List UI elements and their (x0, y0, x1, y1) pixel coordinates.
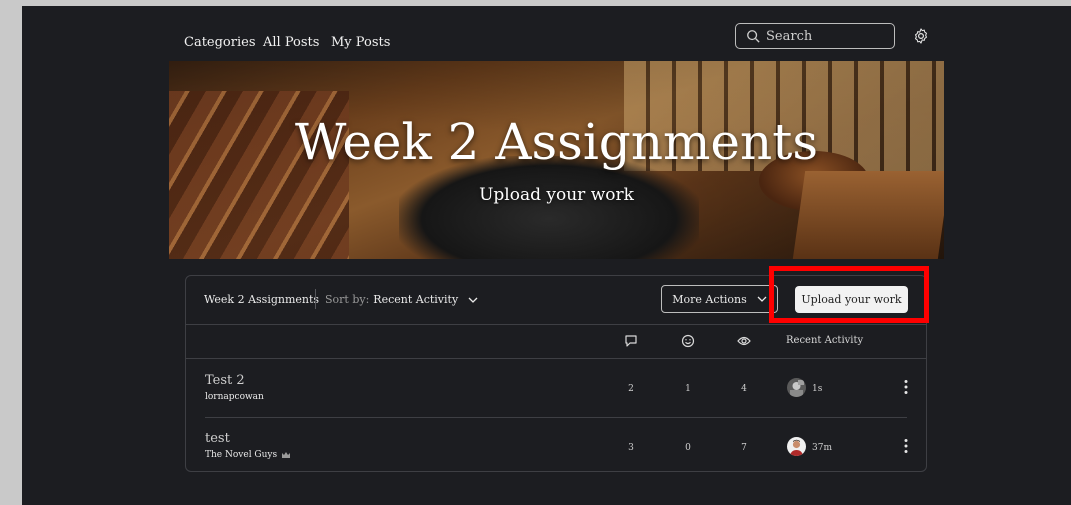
banner-image: Week 2 Assignments Upload your work (169, 61, 944, 259)
activity-time: 37m (812, 443, 832, 453)
more-actions-button[interactable]: More Actions (661, 285, 778, 313)
banner-title: Week 2 Assignments (295, 113, 818, 171)
recent-activity-header: Recent Activity (786, 335, 864, 346)
table-row[interactable]: test The Novel Guys 3 0 7 37m (186, 418, 926, 476)
post-author-name: The Novel Guys (205, 450, 278, 460)
avatar[interactable] (787, 437, 806, 456)
toolbar-divider (315, 289, 316, 309)
more-actions-label: More Actions (672, 292, 747, 306)
search-icon (747, 30, 760, 43)
comment-icon (625, 335, 637, 347)
nav-all-posts[interactable]: All Posts (263, 35, 319, 50)
view-count: 4 (741, 384, 747, 394)
app-window: Categories All Posts My Posts Search Wee… (22, 6, 1071, 505)
eye-icon (737, 336, 751, 346)
nav-my-posts[interactable]: My Posts (331, 35, 390, 50)
smiley-icon (681, 334, 695, 348)
search-placeholder: Search (766, 28, 813, 44)
chevron-down-icon (757, 296, 767, 302)
comment-count: 3 (628, 443, 634, 453)
banner-typewriter-art (399, 156, 699, 259)
more-options-icon[interactable] (903, 438, 909, 454)
table-header: Recent Activity (186, 324, 926, 359)
avatar[interactable] (787, 378, 806, 397)
post-author-name: lornapcowan (205, 392, 264, 402)
crown-icon (282, 452, 291, 458)
banner-subtitle: Upload your work (479, 185, 634, 205)
like-count: 1 (685, 384, 691, 394)
view-count: 7 (741, 443, 747, 453)
post-title[interactable]: test (205, 431, 230, 446)
post-author: lornapcowan (205, 392, 264, 402)
sort-label: Sort by: (325, 293, 370, 306)
highlight-annotation (769, 266, 929, 323)
sort-dropdown[interactable]: Sort by: Recent Activity (325, 293, 478, 306)
activity-time: 1s (812, 384, 823, 394)
post-title[interactable]: Test 2 (205, 373, 245, 388)
sort-value: Recent Activity (373, 293, 459, 306)
nav-categories[interactable]: Categories (184, 35, 256, 50)
chevron-down-icon (468, 297, 478, 303)
gear-icon[interactable] (912, 27, 930, 45)
comment-count: 2 (628, 384, 634, 394)
more-options-icon[interactable] (903, 379, 909, 395)
post-author: The Novel Guys (205, 450, 291, 460)
table-row[interactable]: Test 2 lornapcowan 2 1 4 1s (186, 359, 926, 417)
board-name: Week 2 Assignments (204, 293, 320, 306)
search-input[interactable]: Search (735, 23, 895, 49)
like-count: 0 (685, 443, 691, 453)
